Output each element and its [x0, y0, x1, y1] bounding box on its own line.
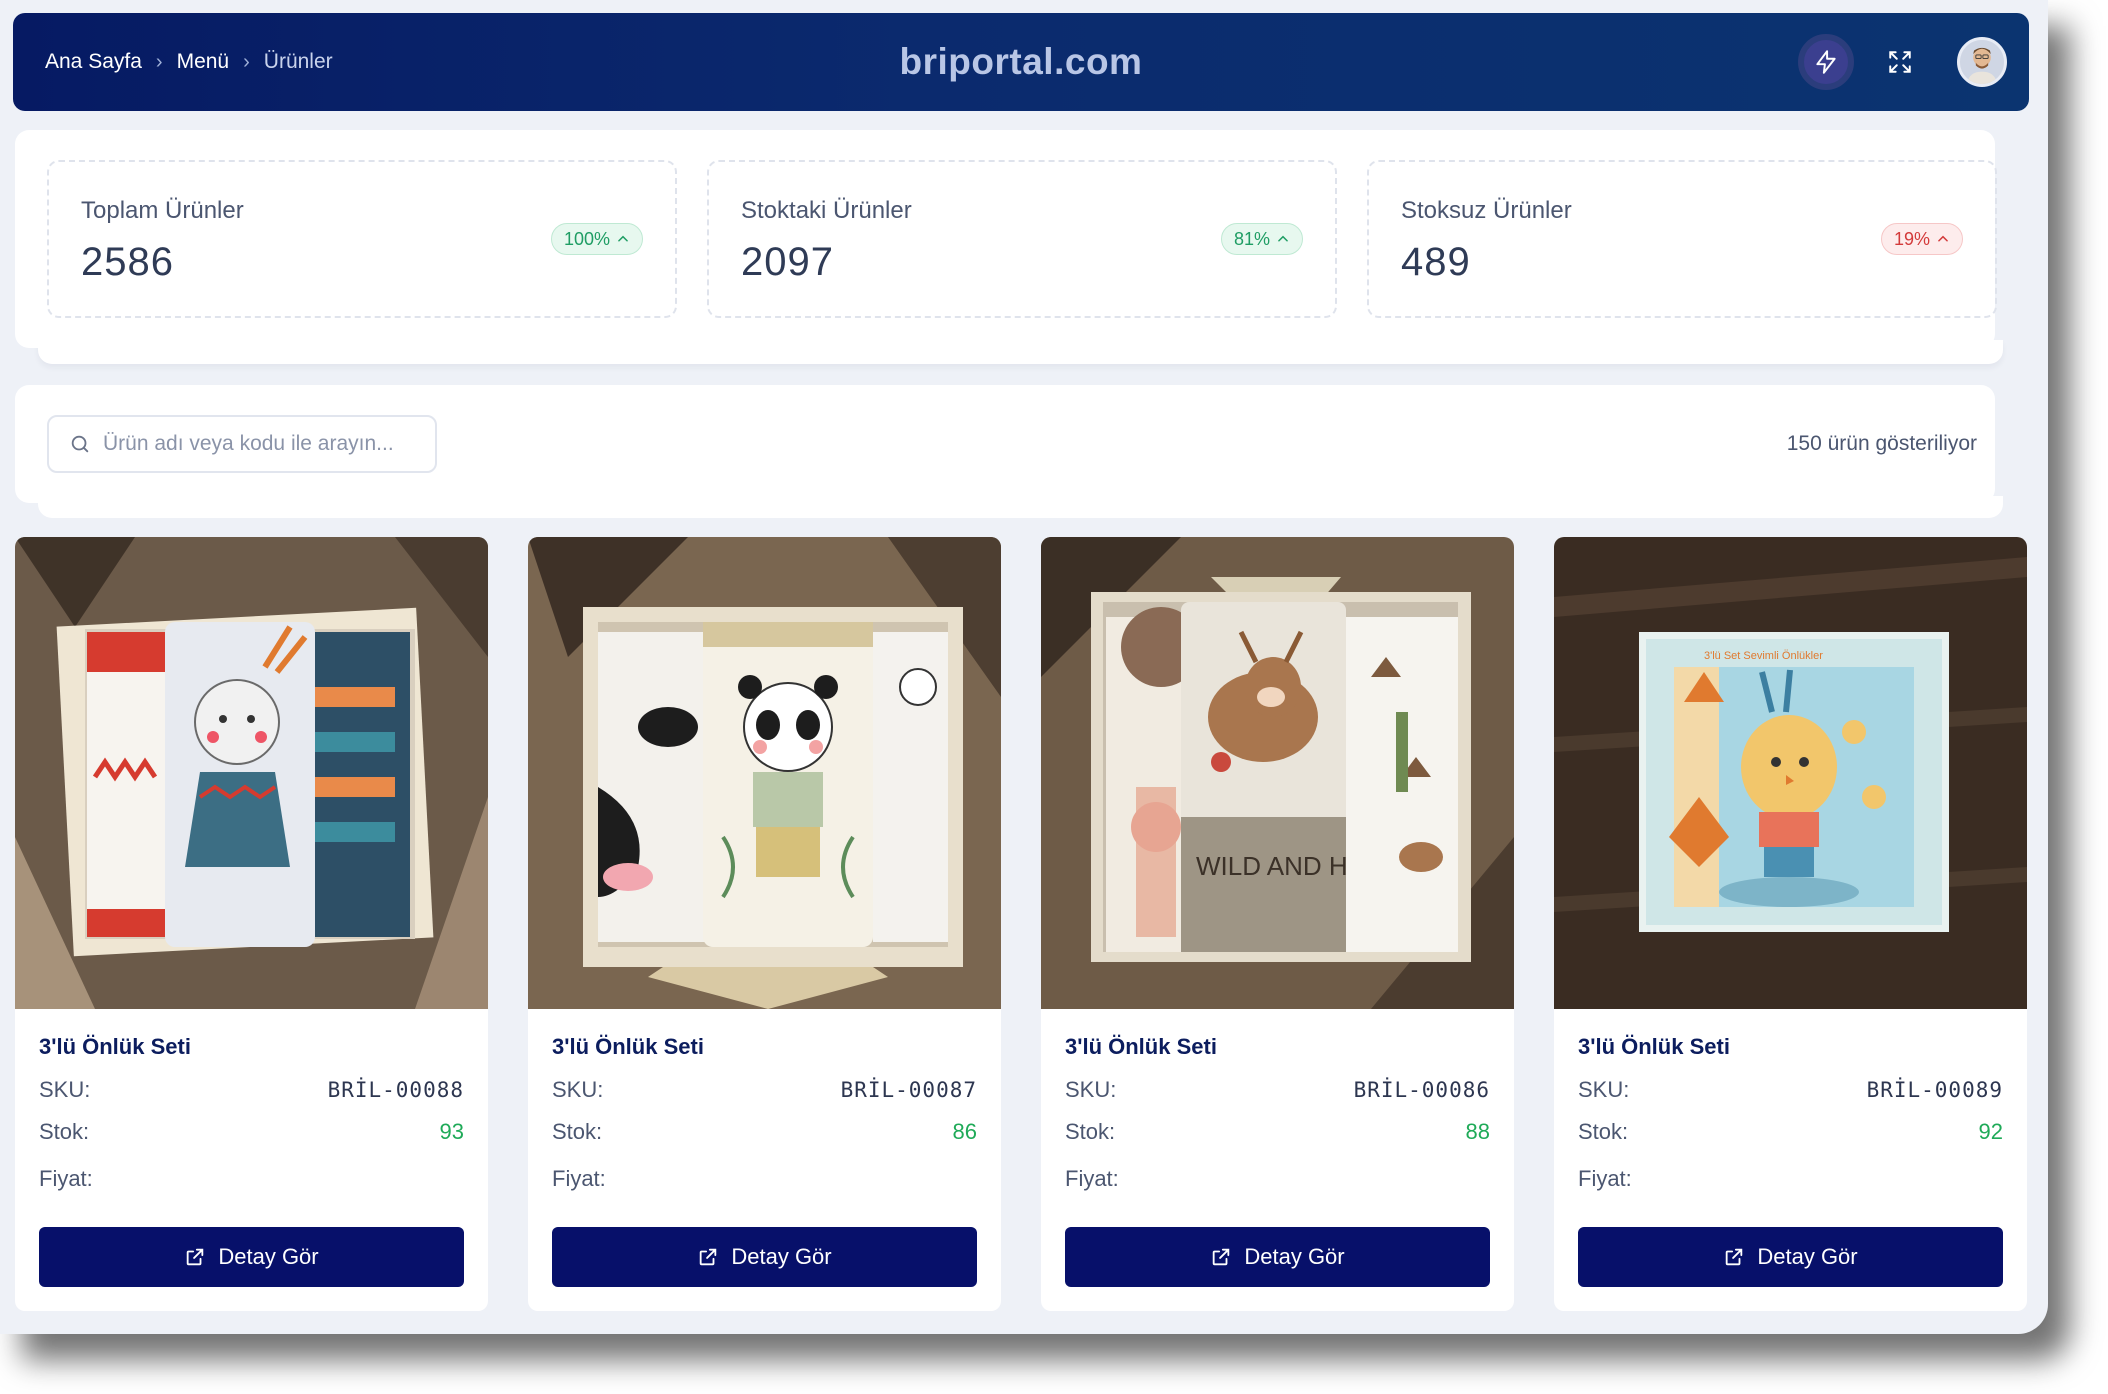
stat-in-stock-products: Stoktaki Ürünler 2097 81% [707, 160, 1337, 318]
stat-badge-value: 19% [1893, 228, 1930, 249]
sku-value: BRİL-00089 [1866, 1078, 2003, 1102]
svg-text:3'lü Set Sevimli Önlükler: 3'lü Set Sevimli Önlükler [1704, 650, 1823, 662]
breadcrumb-current: Ürünler [263, 50, 333, 73]
view-detail-label: Detay Gör [1244, 1244, 1345, 1269]
breadcrumb: Ana Sayfa › Menü › Ürünler [45, 13, 333, 111]
sku-label: SKU: [1065, 1077, 1117, 1102]
user-avatar[interactable] [1957, 37, 2007, 87]
sku-value: BRİL-00087 [840, 1078, 977, 1102]
chevron-up-icon [1938, 235, 1948, 242]
product-title: 3'lü Önlük Seti [1578, 1034, 1730, 1059]
stat-badge-value: 81% [1233, 228, 1270, 249]
stock-label: Stok: [39, 1119, 90, 1144]
stat-label: Toplam Ürünler [81, 197, 244, 224]
chevron-up-icon [1278, 235, 1288, 242]
price-label: Fiyat: [552, 1166, 606, 1191]
product-image[interactable]: 3'lü Set Sevimli Önlükler [1554, 537, 2027, 1009]
search-input[interactable] [103, 432, 423, 456]
stock-label: Stok: [1065, 1119, 1116, 1144]
search-panel: 150 ürün gösteriliyor [15, 385, 1995, 503]
sku-label: SKU: [552, 1077, 604, 1102]
product-image[interactable] [528, 537, 1001, 1009]
chevron-right-icon: › [155, 50, 163, 73]
view-detail-button[interactable]: Detay Gör [552, 1227, 977, 1287]
bib-set-bear-photo [15, 537, 488, 1009]
product-card: 3'lü Set Sevimli Önlükler 3'lü Önlük Set… [1554, 537, 2027, 1311]
product-image[interactable] [15, 537, 488, 1009]
product-card: 3'lü Önlük Seti SKU: BRİL-00088 Stok: 93… [15, 537, 488, 1311]
view-detail-label: Detay Gör [1757, 1244, 1858, 1269]
stock-label: Stok: [1578, 1119, 1629, 1144]
external-link-icon [187, 1248, 204, 1266]
stock-value: 86 [952, 1119, 977, 1144]
expand-icon [1889, 51, 1911, 73]
stock-value: 88 [1465, 1119, 1490, 1144]
breadcrumb-menu[interactable]: Menü [177, 50, 230, 74]
product-title: 3'lü Önlük Seti [552, 1034, 704, 1059]
sku-value: BRİL-00088 [327, 1078, 464, 1102]
sku-label: SKU: [1578, 1077, 1630, 1102]
stat-badge: 81% [1220, 223, 1303, 255]
stat-badge: 19% [1880, 223, 1963, 255]
chevron-up-icon [618, 235, 628, 242]
chevron-right-icon: › [243, 50, 250, 73]
external-link-icon [700, 1248, 717, 1266]
product-title: 3'lü Önlük Seti [39, 1034, 191, 1059]
stock-value: 93 [439, 1119, 464, 1144]
stat-total-products: Toplam Ürünler 2586 100% [47, 160, 677, 318]
price-label: Fiyat: [39, 1166, 93, 1191]
fullscreen-button[interactable] [1883, 45, 1917, 79]
stat-value: 489 [1401, 240, 1471, 284]
avatar-image [1960, 40, 2004, 84]
stat-label: Stoksuz Ürünler [1401, 197, 1572, 224]
lightning-icon [1816, 50, 1836, 74]
product-card: 3'lü Önlük Seti SKU: BRİL-00087 Stok: 86… [528, 537, 1001, 1311]
view-detail-button[interactable]: Detay Gör [1065, 1227, 1490, 1287]
breadcrumb-home[interactable]: Ana Sayfa [45, 50, 142, 74]
sku-label: SKU: [39, 1077, 91, 1102]
stock-value: 92 [1978, 1119, 2003, 1144]
bib-set-deer-photo: WILD AND HAPPY [1041, 537, 1514, 1009]
stat-value: 2586 [81, 240, 174, 284]
product-title: 3'lü Önlük Seti [1065, 1034, 1217, 1059]
search-icon [71, 435, 89, 453]
external-link-icon [1726, 1248, 1743, 1266]
stat-badge: 100% [550, 223, 643, 255]
stats-panel: Toplam Ürünler 2586 100% Stoktaki Ürünle… [15, 130, 1997, 348]
bib-set-bird-photo: 3'lü Set Sevimli Önlükler [1554, 537, 2027, 1009]
price-label: Fiyat: [1578, 1166, 1632, 1191]
price-label: Fiyat: [1065, 1166, 1119, 1191]
view-detail-label: Detay Gör [731, 1244, 832, 1269]
bib-set-panda-photo [528, 537, 1001, 1009]
product-card: WILD AND HAPPY 3'lü Önlük Seti SKU: BRİL… [1041, 537, 1514, 1311]
external-link-icon [1213, 1248, 1230, 1266]
app-window: Ana Sayfa › Menü › Ürünler briportal.com [0, 0, 2048, 1334]
stat-value: 2097 [741, 240, 834, 284]
top-header-bar: Ana Sayfa › Menü › Ürünler briportal.com [13, 13, 2029, 111]
result-count: 150 ürün gösteriliyor [1786, 432, 1977, 455]
view-detail-label: Detay Gör [218, 1244, 319, 1269]
stat-out-of-stock-products: Stoksuz Ürünler 489 19% [1367, 160, 1997, 318]
stat-badge-value: 100% [563, 228, 610, 249]
sku-value: BRİL-00086 [1353, 1078, 1490, 1102]
stat-label: Stoktaki Ürünler [741, 197, 912, 224]
product-image[interactable]: WILD AND HAPPY [1041, 537, 1514, 1009]
stock-label: Stok: [552, 1119, 603, 1144]
view-detail-button[interactable]: Detay Gör [39, 1227, 464, 1287]
quick-action-button[interactable] [1798, 34, 1854, 90]
view-detail-button[interactable]: Detay Gör [1578, 1227, 2003, 1287]
search-box[interactable] [47, 415, 437, 473]
